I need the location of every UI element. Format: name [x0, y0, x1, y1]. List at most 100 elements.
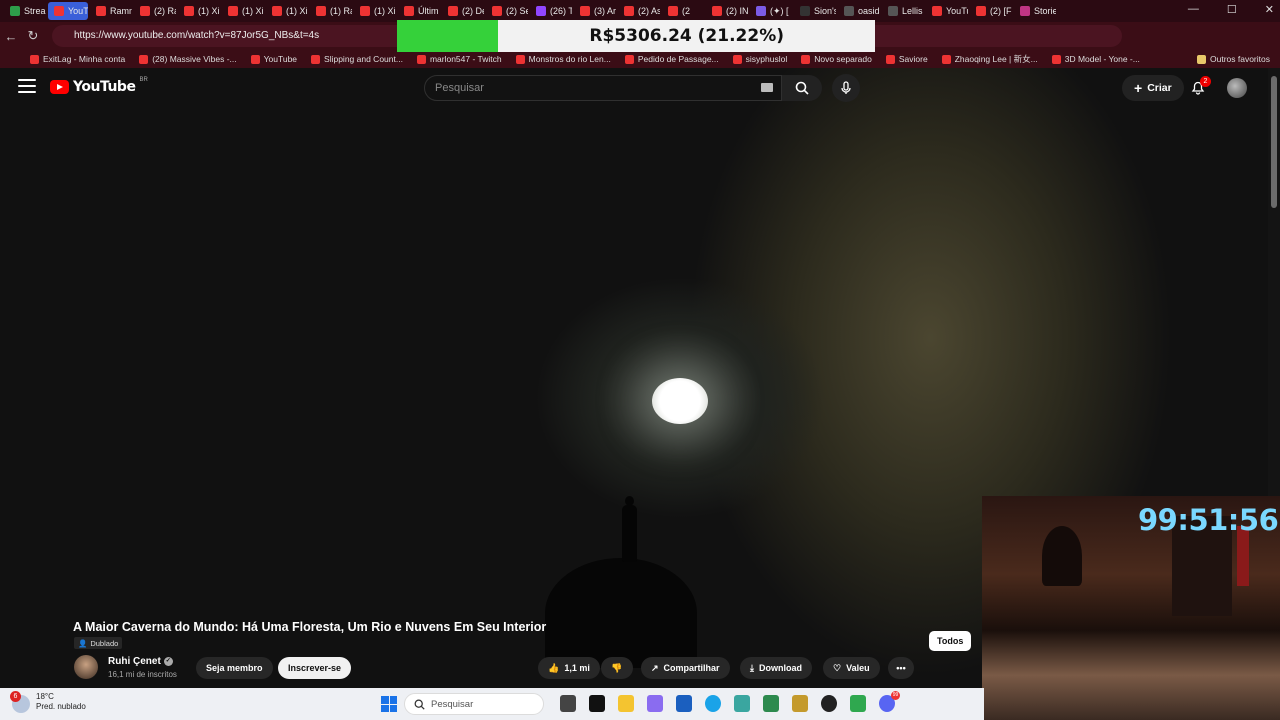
app-icon[interactable]: [792, 695, 808, 712]
browser-tab[interactable]: (1) Ra: [310, 2, 352, 20]
close-window-icon[interactable]: ✕: [1265, 3, 1274, 16]
browser-tab[interactable]: Lellis: [882, 2, 924, 20]
menu-icon[interactable]: [18, 79, 36, 93]
calendar-icon[interactable]: [676, 695, 692, 712]
avatar[interactable]: [1227, 78, 1247, 98]
file-explorer-icon[interactable]: [618, 695, 634, 712]
like-button[interactable]: 👍 1,1 mi: [538, 657, 600, 679]
subscribe-button[interactable]: Inscrever-se: [278, 657, 352, 679]
tab-favicon-icon: [184, 6, 194, 16]
browser-tab[interactable]: (2: [662, 2, 704, 20]
bookmark-item[interactable]: Slipping and Count...: [311, 53, 403, 65]
browser-tab[interactable]: Ramm: [90, 2, 132, 20]
browser-tab[interactable]: (1) Xi: [178, 2, 220, 20]
app-icon[interactable]: [734, 695, 750, 712]
youtube-logo[interactable]: YouTube BR: [50, 77, 148, 95]
tab-favicon-icon: [272, 6, 282, 16]
app-icon[interactable]: [763, 695, 779, 712]
weather-desc: Pred. nublado: [36, 702, 86, 711]
video-title: A Maior Caverna do Mundo: Há Uma Florest…: [73, 620, 547, 634]
browser-tab[interactable]: Stream: [4, 2, 46, 20]
bookmark-item[interactable]: ExitLag - Minha conta: [30, 53, 125, 65]
app-icon[interactable]: [821, 695, 837, 712]
browser-tab[interactable]: (1) Xi: [354, 2, 396, 20]
tab-label: (2) IN: [726, 6, 748, 16]
browser-tab[interactable]: (2) De: [442, 2, 484, 20]
rock-silhouette: [545, 558, 697, 668]
stream-timer: 99:51:56: [1138, 503, 1279, 537]
download-button[interactable]: ⤓ Download: [740, 657, 812, 679]
reload-icon[interactable]: ↻: [22, 28, 44, 44]
thanks-button[interactable]: ♡ Valeu: [823, 657, 880, 679]
discord-icon[interactable]: 99: [879, 691, 900, 712]
bookmark-item[interactable]: Pedido de Passage...: [624, 53, 719, 65]
browser-tab[interactable]: (✦) [: [750, 2, 792, 20]
tab-favicon-icon: [932, 6, 942, 16]
browser-tab[interactable]: (2) IN: [706, 2, 748, 20]
weather-widget[interactable]: 6 18°C Pred. nublado: [10, 691, 86, 713]
heart-hands-icon: ♡: [833, 662, 842, 673]
more-actions-button[interactable]: •••: [888, 657, 914, 679]
share-button[interactable]: ↗ Compartilhar: [641, 657, 730, 679]
bookmark-icon: [250, 54, 260, 64]
other-favorites[interactable]: Outros favoritos: [1197, 54, 1270, 64]
search-input[interactable]: Pesquisar: [424, 75, 782, 101]
channel-avatar[interactable]: [74, 655, 98, 679]
bookmark-icon: [139, 54, 149, 64]
edge-icon[interactable]: [705, 695, 721, 712]
join-button[interactable]: Seja membro: [196, 657, 273, 679]
thumbs-up-icon: 👍: [548, 662, 560, 673]
bookmark-item[interactable]: Zhaoqing Lee | 新女...: [941, 53, 1038, 65]
keyboard-icon[interactable]: [761, 83, 773, 92]
bookmark-item[interactable]: marlon547 - Twitch: [416, 53, 502, 65]
browser-tab[interactable]: (26) Tr: [530, 2, 572, 20]
create-button[interactable]: + Criar: [1122, 75, 1184, 101]
bookmark-item[interactable]: sisyphuslol: [732, 53, 787, 65]
app-icon[interactable]: [850, 695, 866, 712]
tab-label: Lellis: [902, 6, 923, 16]
task-view-icon[interactable]: [560, 695, 576, 712]
browser-tab[interactable]: Sion's: [794, 2, 836, 20]
bookmark-item[interactable]: Monstros do rio Len...: [515, 53, 611, 65]
download-icon: ⤓: [750, 662, 754, 673]
maximize-icon[interactable]: ☐: [1227, 3, 1237, 16]
cloud-icon: 6: [10, 691, 30, 713]
browser-tab[interactable]: oasid: [838, 2, 880, 20]
browser-tab[interactable]: Storie: [1014, 2, 1056, 20]
browser-tab[interactable]: (2) [F: [970, 2, 1012, 20]
bookmark-icon: [416, 54, 426, 64]
tab-favicon-icon: [536, 6, 546, 16]
thumbs-down-icon: 👎: [611, 662, 623, 673]
weather-badge: 6: [10, 691, 21, 702]
voice-search-button[interactable]: [832, 74, 860, 102]
copilot-icon[interactable]: [647, 695, 663, 712]
browser-tab[interactable]: (2) Se: [486, 2, 528, 20]
browser-tab[interactable]: Últim: [398, 2, 440, 20]
store-icon[interactable]: [589, 695, 605, 712]
browser-tab[interactable]: YouTub: [48, 2, 88, 20]
browser-tab[interactable]: (2) As: [618, 2, 660, 20]
tab-favicon-icon: [140, 6, 150, 16]
bookmark-item[interactable]: Saviore: [885, 53, 928, 65]
browser-tab[interactable]: (2) Ra: [134, 2, 176, 20]
search-icon: [795, 81, 809, 95]
scrollbar-thumb[interactable]: [1271, 76, 1277, 208]
bookmark-item[interactable]: 3D Model - Yone -...: [1051, 53, 1140, 65]
filter-chip-all[interactable]: Todos: [929, 631, 972, 651]
bookmark-item[interactable]: Novo separado: [801, 53, 872, 65]
dislike-button[interactable]: 👎: [601, 657, 633, 679]
bookmark-icon: [941, 54, 951, 64]
browser-tab[interactable]: (3) Ar: [574, 2, 616, 20]
search-button[interactable]: [782, 75, 822, 101]
browser-tab[interactable]: YouTu: [926, 2, 968, 20]
tab-favicon-icon: [888, 6, 898, 16]
bookmark-item[interactable]: YouTube: [250, 53, 297, 65]
back-icon[interactable]: ←: [0, 29, 22, 44]
channel-name[interactable]: Ruhi Çenet ✓: [108, 656, 173, 667]
taskbar-search-input[interactable]: Pesquisar: [404, 693, 544, 715]
start-button[interactable]: [381, 696, 397, 712]
browser-tab[interactable]: (1) Xi: [222, 2, 264, 20]
bookmark-item[interactable]: (28) Massive Vibes -...: [139, 53, 237, 65]
browser-tab[interactable]: (1) Xi: [266, 2, 308, 20]
minimize-icon[interactable]: —: [1188, 3, 1199, 16]
